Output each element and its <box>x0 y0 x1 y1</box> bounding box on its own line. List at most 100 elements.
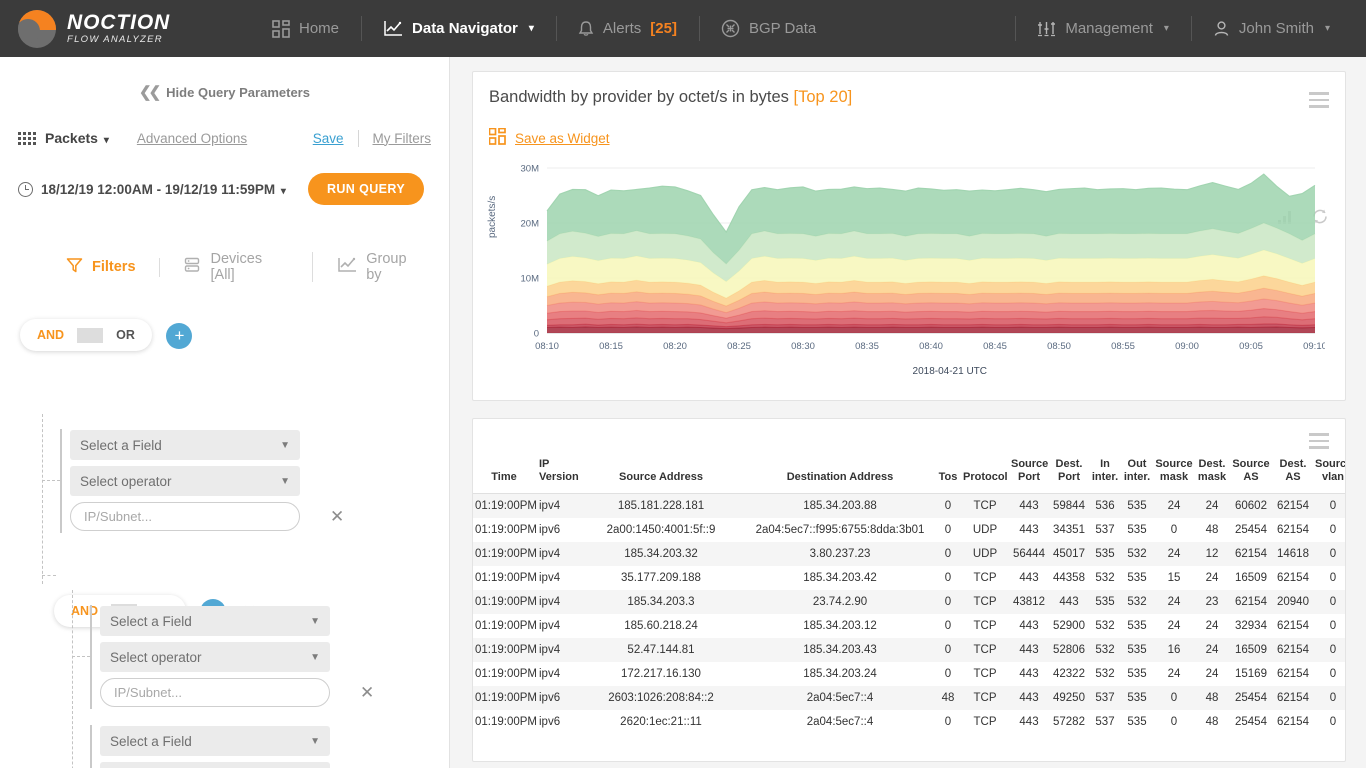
nav-item-user[interactable]: John Smith ▾ <box>1190 0 1352 57</box>
save-as-widget-button[interactable]: Save as Widget <box>488 127 1325 148</box>
hide-query-parameters-button[interactable]: ❮❮ Hide Query Parameters <box>0 73 449 111</box>
col-dest-as[interactable]: Dest. AS <box>1273 452 1313 494</box>
nav-item-alerts[interactable]: Alerts [25] <box>555 0 699 57</box>
table-header-row: Time IP Version Source Address Destinatio… <box>473 452 1345 494</box>
value-input-2[interactable] <box>100 678 330 707</box>
cell-dmask: 24 <box>1205 571 1219 584</box>
cell-smask: 24 <box>1167 667 1181 680</box>
nav-divider <box>1015 16 1017 41</box>
col-source-port[interactable]: Source Port <box>1009 452 1049 494</box>
cell-sas: 62154 <box>1235 547 1267 560</box>
table-row[interactable]: 01:19:00PM ipv4 172.217.16.130 185.34.203.2… <box>473 661 1345 686</box>
field-select-1[interactable]: Select a Field ▼ <box>70 430 300 460</box>
col-ip-version[interactable]: IP Version <box>535 452 579 494</box>
cell-time: 01:19:00PM <box>475 523 538 536</box>
my-filters-link[interactable]: My Filters <box>373 131 432 146</box>
nav-item-bgp-data[interactable]: BGP Data <box>698 0 838 57</box>
col-tos[interactable]: Tos <box>935 452 961 494</box>
col-time[interactable]: Time <box>473 452 535 494</box>
svg-text:20M: 20M <box>521 219 540 230</box>
advanced-options-link[interactable]: Advanced Options <box>137 131 247 146</box>
cell-dst: 185.34.203.24 <box>803 667 877 680</box>
col-in-interface[interactable]: In inter. <box>1089 452 1121 494</box>
flow-records-card: Time IP Version Source Address Destinatio… <box>472 418 1346 762</box>
logic-or-group-1[interactable]: OR <box>103 328 148 342</box>
logic-toggle-group-1[interactable]: AND OR <box>20 319 152 351</box>
table-row[interactable]: 01:19:00PM ipv6 2603:1026:208:84::2 2a04:5e… <box>473 685 1345 710</box>
svg-text:30M: 30M <box>521 164 540 175</box>
field-select-2[interactable]: Select a Field ▼ <box>100 606 330 636</box>
cell-das: 62154 <box>1277 715 1309 728</box>
nav-item-home[interactable]: Home <box>250 0 361 57</box>
save-link[interactable]: Save <box>313 131 344 146</box>
devices-icon <box>184 257 202 277</box>
table-row[interactable]: 01:19:00PM ipv4 185.181.228.181 185.34.203.… <box>473 493 1345 518</box>
table-row[interactable]: 01:19:00PM ipv6 2620:1ec:21::11 2a04:5ec7::… <box>473 709 1345 734</box>
nav-item-data-navigator[interactable]: Data Navigator ▾ <box>361 0 556 57</box>
page-body: ❮❮ Hide Query Parameters Packets ▾ Advan… <box>0 57 1366 768</box>
cell-tos: 0 <box>944 595 952 608</box>
cell-inint: 535 <box>1095 595 1115 608</box>
cell-sport: 443 <box>1019 619 1039 632</box>
cell-ipv: ipv4 <box>539 619 561 632</box>
col-dest-mask[interactable]: Dest. mask <box>1195 452 1229 494</box>
run-query-button[interactable]: RUN QUERY <box>307 173 425 205</box>
remove-condition-2[interactable]: ✕ <box>360 683 374 703</box>
noction-logo-icon <box>18 9 56 48</box>
cell-dport: 34351 <box>1053 523 1085 536</box>
col-source-address[interactable]: Source Address <box>577 452 745 494</box>
chevron-down-icon: ▾ <box>280 185 286 197</box>
operator-select-1[interactable]: Select operator ▼ <box>70 466 300 496</box>
table-menu-icon[interactable] <box>1309 433 1329 453</box>
sidebar-tabs: Filters Devices [All] Group by <box>0 251 449 283</box>
field-select-3[interactable]: Select a Field ▼ <box>100 726 330 756</box>
cell-tos: 48 <box>941 691 955 704</box>
dropdown-arrow-icon: ▼ <box>280 439 290 451</box>
col-destination-address[interactable]: Destination Address <box>745 452 935 494</box>
brand-logo-area[interactable]: NOCTION FLOW ANALYZER <box>0 9 250 48</box>
dropdown-arrow-icon: ▼ <box>280 475 290 487</box>
logic-and-group-1[interactable]: AND <box>24 328 77 342</box>
col-out-interface[interactable]: Out inter. <box>1121 452 1153 494</box>
svg-text:0: 0 <box>534 329 539 340</box>
connector-line <box>42 414 43 584</box>
table-row[interactable]: 01:19:00PM ipv4 185.60.218.24 185.34.203.12… <box>473 613 1345 638</box>
nav-divider <box>698 16 700 41</box>
tab-group-by[interactable]: Group by <box>313 251 449 283</box>
svg-text:08:55: 08:55 <box>1111 341 1135 352</box>
table-row[interactable]: 01:19:00PM ipv4 185.34.203.32 3.80.237.23 0 U… <box>473 541 1345 566</box>
tab-filters[interactable]: Filters <box>42 257 160 278</box>
cell-time: 01:19:00PM <box>475 619 538 632</box>
table-row[interactable]: 01:19:00PM ipv4 35.177.209.188 185.34.203.4… <box>473 565 1345 590</box>
cell-dport: 42322 <box>1053 667 1085 680</box>
col-source-as[interactable]: Source AS <box>1229 452 1273 494</box>
col-source-vlan[interactable]: Sourcevlan <box>1313 452 1345 494</box>
nav-item-management[interactable]: Management ▾ <box>1015 0 1191 57</box>
cell-ipv: ipv4 <box>539 667 561 680</box>
cell-svlan: 0 <box>1329 547 1337 560</box>
operator-select-3[interactable]: Select operator ▼ <box>100 762 330 768</box>
query-options-row: Packets ▾ Advanced Options Save My Filte… <box>0 121 449 155</box>
dropdown-arrow-icon: ▼ <box>310 735 320 747</box>
value-input-1[interactable] <box>70 502 300 531</box>
cell-dst: 2a04:5ec7::4 <box>806 691 874 704</box>
cell-outint: 535 <box>1127 571 1147 584</box>
cell-outint: 535 <box>1127 523 1147 536</box>
metric-selector[interactable]: Packets ▾ <box>45 130 109 146</box>
col-dest-port[interactable]: Dest. Port <box>1049 452 1089 494</box>
date-range-picker[interactable]: 18/12/19 12:00AM - 19/12/19 11:59PM ▾ <box>41 182 286 197</box>
add-condition-button-1[interactable]: + <box>166 322 193 349</box>
operator-select-2[interactable]: Select operator ▼ <box>100 642 330 672</box>
col-source-mask[interactable]: Source mask <box>1153 452 1195 494</box>
tab-devices[interactable]: Devices [All] <box>160 251 314 283</box>
cell-inint: 537 <box>1095 715 1115 728</box>
table-row[interactable]: 01:19:00PM ipv4 185.34.203.3 23.74.2.90 0 TCP… <box>473 589 1345 614</box>
table-row[interactable]: 01:19:00PM ipv4 52.47.144.81 185.34.203.43 0… <box>473 637 1345 662</box>
table-row[interactable]: 01:19:00PM ipv6 2a00:1450:4001:5f::9 2a04:5… <box>473 517 1345 542</box>
cell-smask: 0 <box>1170 691 1178 704</box>
chart-svg: 0 10M 20M 30M 08:10 08:15 08:20 08:25 08:30 08:35… <box>521 164 1327 353</box>
col-protocol[interactable]: Protocol <box>961 452 1009 494</box>
remove-condition-1[interactable]: ✕ <box>330 507 344 527</box>
cell-dst: 185.34.203.12 <box>803 619 877 632</box>
chart-menu-icon[interactable] <box>1309 92 1329 112</box>
